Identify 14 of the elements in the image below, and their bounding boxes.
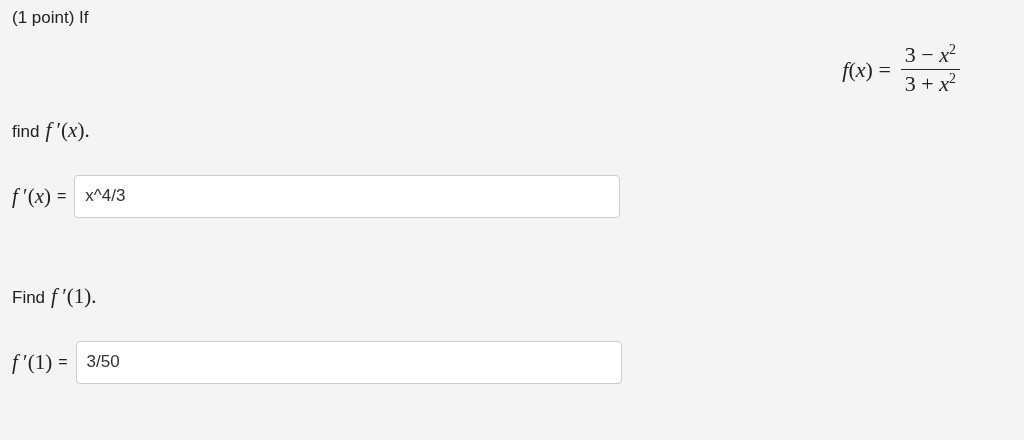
answer-label: f ′(1)	[12, 349, 53, 375]
answer-field[interactable]: 3/50	[75, 340, 622, 384]
answer-field[interactable]: x^4/3	[74, 174, 621, 218]
math-expression: f ′(x).	[45, 117, 90, 143]
function-name: f(x) =	[842, 56, 891, 83]
equals-sign: =	[57, 187, 67, 206]
prompt-text: Find	[12, 287, 46, 308]
point-heading: (1 point) If	[12, 8, 90, 28]
prompt-text: find	[12, 121, 40, 142]
answer-label: f ′(x)	[12, 183, 51, 209]
equals-sign: =	[58, 353, 68, 372]
denominator: 3 + x$^{2}$	[903, 70, 957, 98]
numerator: 3 − x$^{2}$	[900, 42, 960, 71]
math-expression: f ′(1).	[51, 283, 97, 309]
